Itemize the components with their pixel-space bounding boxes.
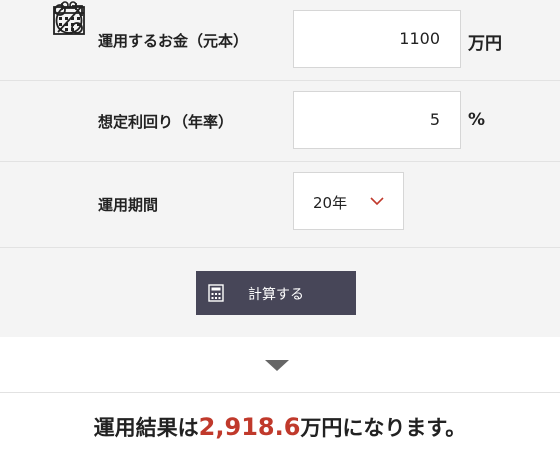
calculate-button-label: 計算する bbox=[248, 287, 304, 303]
result-text: 運用結果は2,918.6万円になります。 bbox=[0, 412, 560, 442]
calculate-button[interactable]: 計算する bbox=[196, 271, 356, 315]
result-suffix: 万円になります。 bbox=[300, 416, 467, 440]
divider bbox=[0, 392, 560, 393]
period-label: 運用期間 bbox=[98, 196, 159, 214]
period-selected-value: 20年 bbox=[313, 194, 348, 212]
calendar-icon bbox=[53, 3, 85, 35]
calculator-icon bbox=[208, 284, 224, 302]
down-arrow-icon bbox=[265, 360, 289, 371]
period-row bbox=[0, 162, 560, 248]
result-amount: 2,918.6 bbox=[198, 413, 301, 441]
principal-input[interactable]: 1100 bbox=[293, 10, 461, 68]
period-select[interactable]: 20年 bbox=[293, 172, 404, 230]
principal-unit: 万円 bbox=[468, 34, 502, 54]
investment-calculator: 運用するお金（元本） 1100 万円 想定利回り（年率） 5 % 運用期間 20… bbox=[0, 0, 560, 455]
result-prefix: 運用結果は bbox=[93, 416, 199, 440]
rate-input[interactable]: 5 bbox=[293, 91, 461, 149]
principal-label: 運用するお金（元本） bbox=[98, 32, 249, 50]
rate-label: 想定利回り（年率） bbox=[98, 113, 234, 131]
rate-unit: % bbox=[468, 110, 486, 130]
chevron-down-icon bbox=[370, 197, 384, 206]
